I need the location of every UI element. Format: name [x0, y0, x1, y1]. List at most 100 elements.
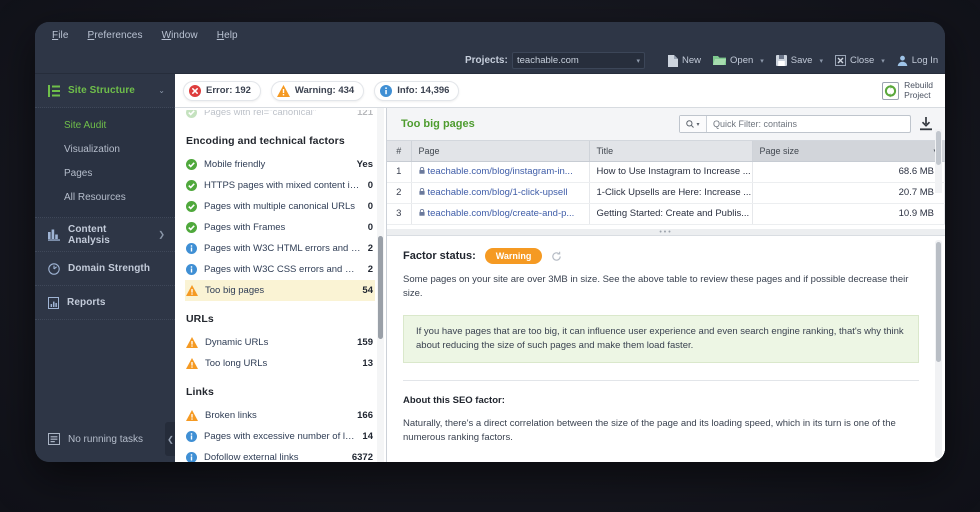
bar-chart-icon: [48, 229, 60, 241]
factor-row-https-mixed-content[interactable]: HTTPS pages with mixed content issues 0: [185, 175, 375, 196]
sidebar-group-content-analysis[interactable]: Content Analysis ❯: [35, 218, 175, 252]
factor-row-broken-links[interactable]: Broken links 166: [185, 405, 375, 426]
factor-label: Dofollow external links: [204, 452, 299, 462]
warning-icon: [186, 337, 198, 348]
scrollbar-thumb[interactable]: [936, 131, 941, 165]
table-row[interactable]: 1 teachable.com/blog/instagram-in... How…: [387, 161, 945, 183]
factor-row-too-long-urls[interactable]: Too long URLs 13: [185, 353, 375, 374]
cell-title: How to Use Instagram to Increase ...: [589, 161, 753, 183]
close-button[interactable]: Close ▾: [829, 51, 891, 71]
column-header-page-size[interactable]: Page size ▾: [752, 141, 945, 162]
new-button[interactable]: New: [661, 51, 707, 71]
status-badge-warning[interactable]: Warning: 434: [270, 80, 365, 101]
project-select[interactable]: teachable.com ▾: [512, 52, 645, 69]
cell-index: 1: [387, 161, 412, 183]
menu-item-file[interactable]: File: [52, 30, 69, 41]
page-title: Too big pages: [401, 118, 475, 130]
chevron-down-icon[interactable]: ▾: [881, 57, 885, 65]
download-icon[interactable]: [919, 117, 933, 131]
quick-filter-placeholder: Quick Filter: contains: [713, 119, 798, 129]
pane-splitter[interactable]: •••: [387, 229, 945, 236]
detail-panel: Too big pages ▾ Quick Filter: contains #…: [387, 108, 945, 462]
detail-scrollbar[interactable]: [935, 240, 942, 458]
chevron-right-icon[interactable]: ❯: [158, 230, 165, 239]
column-header-index[interactable]: #: [387, 141, 412, 162]
factor-label: Too big pages: [205, 285, 265, 296]
sidebar-group-domain-strength[interactable]: Domain Strength: [35, 252, 175, 286]
sidebar-item-site-audit[interactable]: Site Audit: [35, 113, 175, 137]
column-header-title[interactable]: Title: [589, 141, 753, 162]
login-button[interactable]: Log In: [891, 51, 944, 71]
factor-row-multiple-canonical[interactable]: Pages with multiple canonical URLs 0: [185, 196, 375, 217]
quick-filter[interactable]: ▾ Quick Filter: contains: [679, 115, 911, 133]
ok-icon: [186, 180, 197, 191]
sidebar-group-label: Domain Strength: [68, 263, 151, 274]
factor-row-frames[interactable]: Pages with Frames 0: [185, 217, 375, 238]
open-button-label: Open: [730, 55, 754, 66]
cell-page[interactable]: teachable.com/blog/1-click-upsell: [411, 182, 590, 204]
cell-page-text: teachable.com/blog/create-and-p...: [427, 208, 575, 219]
quick-filter-mode-button[interactable]: ▾: [680, 116, 707, 132]
info-icon: [186, 264, 197, 275]
scrollbar-thumb[interactable]: [378, 236, 383, 339]
table-row[interactable]: 2 teachable.com/blog/1-click-upsell 1-Cl…: [387, 182, 945, 204]
sidebar-group-reports[interactable]: Reports: [35, 286, 175, 320]
open-button[interactable]: Open ▾: [707, 51, 770, 71]
chevron-down-icon: ▾: [696, 121, 700, 128]
cell-page-text: teachable.com/blog/1-click-upsell: [427, 187, 568, 198]
menu-item-window[interactable]: Window: [162, 30, 198, 41]
status-badge-error[interactable]: Error: 192: [183, 80, 261, 101]
chevron-down-icon[interactable]: ▾: [819, 57, 823, 65]
window-body: Site Structure ⌄ Site Audit Visualizatio…: [35, 74, 945, 462]
chevron-down-icon[interactable]: ▾: [760, 57, 764, 65]
sidebar-item-visualization[interactable]: Visualization: [35, 137, 175, 161]
column-header-page[interactable]: Page: [411, 141, 590, 162]
cell-title: Getting Started: Create and Publis...: [589, 203, 753, 225]
factor-value: 166: [357, 410, 373, 421]
factor-row-w3c-css[interactable]: Pages with W3C CSS errors and warnings 2: [185, 259, 375, 280]
sidebar-item-all-resources[interactable]: All Resources: [35, 185, 175, 209]
factor-list-scroll: Pages with rel="canonical" 121 Encoding a…: [175, 110, 386, 462]
factor-row-excessive-links[interactable]: Pages with excessive number of links 14: [185, 426, 375, 447]
factor-row-clipped[interactable]: Pages with rel="canonical" 121: [185, 110, 375, 123]
sidebar-item-pages[interactable]: Pages: [35, 161, 175, 185]
menu-item-preferences[interactable]: Preferences: [88, 30, 143, 41]
factor-row-dynamic-urls[interactable]: Dynamic URLs 159: [185, 332, 375, 353]
rebuild-project-button[interactable]: Rebuild Project: [882, 80, 937, 100]
chevron-down-icon[interactable]: ⌄: [158, 86, 165, 95]
cell-page[interactable]: teachable.com/blog/instagram-in...: [411, 161, 590, 183]
factor-value: 6372: [351, 452, 373, 462]
factor-row-too-big-pages[interactable]: Too big pages 54: [185, 280, 375, 301]
projects-label: Projects:: [465, 55, 508, 66]
save-disk-icon: [775, 55, 787, 66]
about-factor-title: About this SEO factor:: [403, 395, 505, 406]
toolbar-buttons: New Open ▾ Save ▾ Close ▾ Log In: [661, 51, 944, 71]
cell-page-text: teachable.com/blog/instagram-in...: [427, 166, 573, 177]
factor-row-dofollow-external[interactable]: Dofollow external links 6372: [185, 447, 375, 462]
status-badge-info[interactable]: Info: 14,396: [374, 80, 460, 101]
scrollbar-thumb[interactable]: [936, 242, 941, 362]
factor-section-title: Links: [186, 386, 214, 398]
lock-icon: [418, 208, 425, 219]
sidebar-group-site-structure[interactable]: Site Structure ⌄: [35, 74, 175, 108]
info-icon: [186, 431, 197, 442]
save-button[interactable]: Save ▾: [770, 51, 829, 71]
factor-row-w3c-html[interactable]: Pages with W3C HTML errors and warnin...…: [185, 238, 375, 259]
factor-label: Mobile friendly: [204, 159, 266, 170]
menu-item-help[interactable]: Help: [217, 30, 238, 41]
table-row[interactable]: 3 teachable.com/blog/create-and-p... Get…: [387, 203, 945, 225]
running-tasks-status[interactable]: No running tasks ❮: [35, 416, 176, 462]
factor-label: Pages with excessive number of links: [204, 431, 356, 442]
sidebar-item-label: Pages: [64, 167, 93, 179]
new-button-label: New: [682, 55, 702, 66]
cell-page[interactable]: teachable.com/blog/create-and-p...: [411, 203, 590, 225]
table-scrollbar[interactable]: [935, 129, 942, 193]
factor-list-scrollbar[interactable]: [377, 108, 384, 462]
warning-icon: [186, 285, 198, 296]
factor-label: Pages with W3C HTML errors and warnin...: [204, 243, 361, 254]
site-structure-icon: [48, 84, 60, 97]
factor-row-mobile-friendly[interactable]: Mobile friendly Yes: [185, 154, 375, 175]
cell-page-size: 20.7 MB: [752, 182, 945, 204]
factor-label: Dynamic URLs: [205, 337, 269, 348]
refresh-icon[interactable]: [551, 251, 562, 262]
